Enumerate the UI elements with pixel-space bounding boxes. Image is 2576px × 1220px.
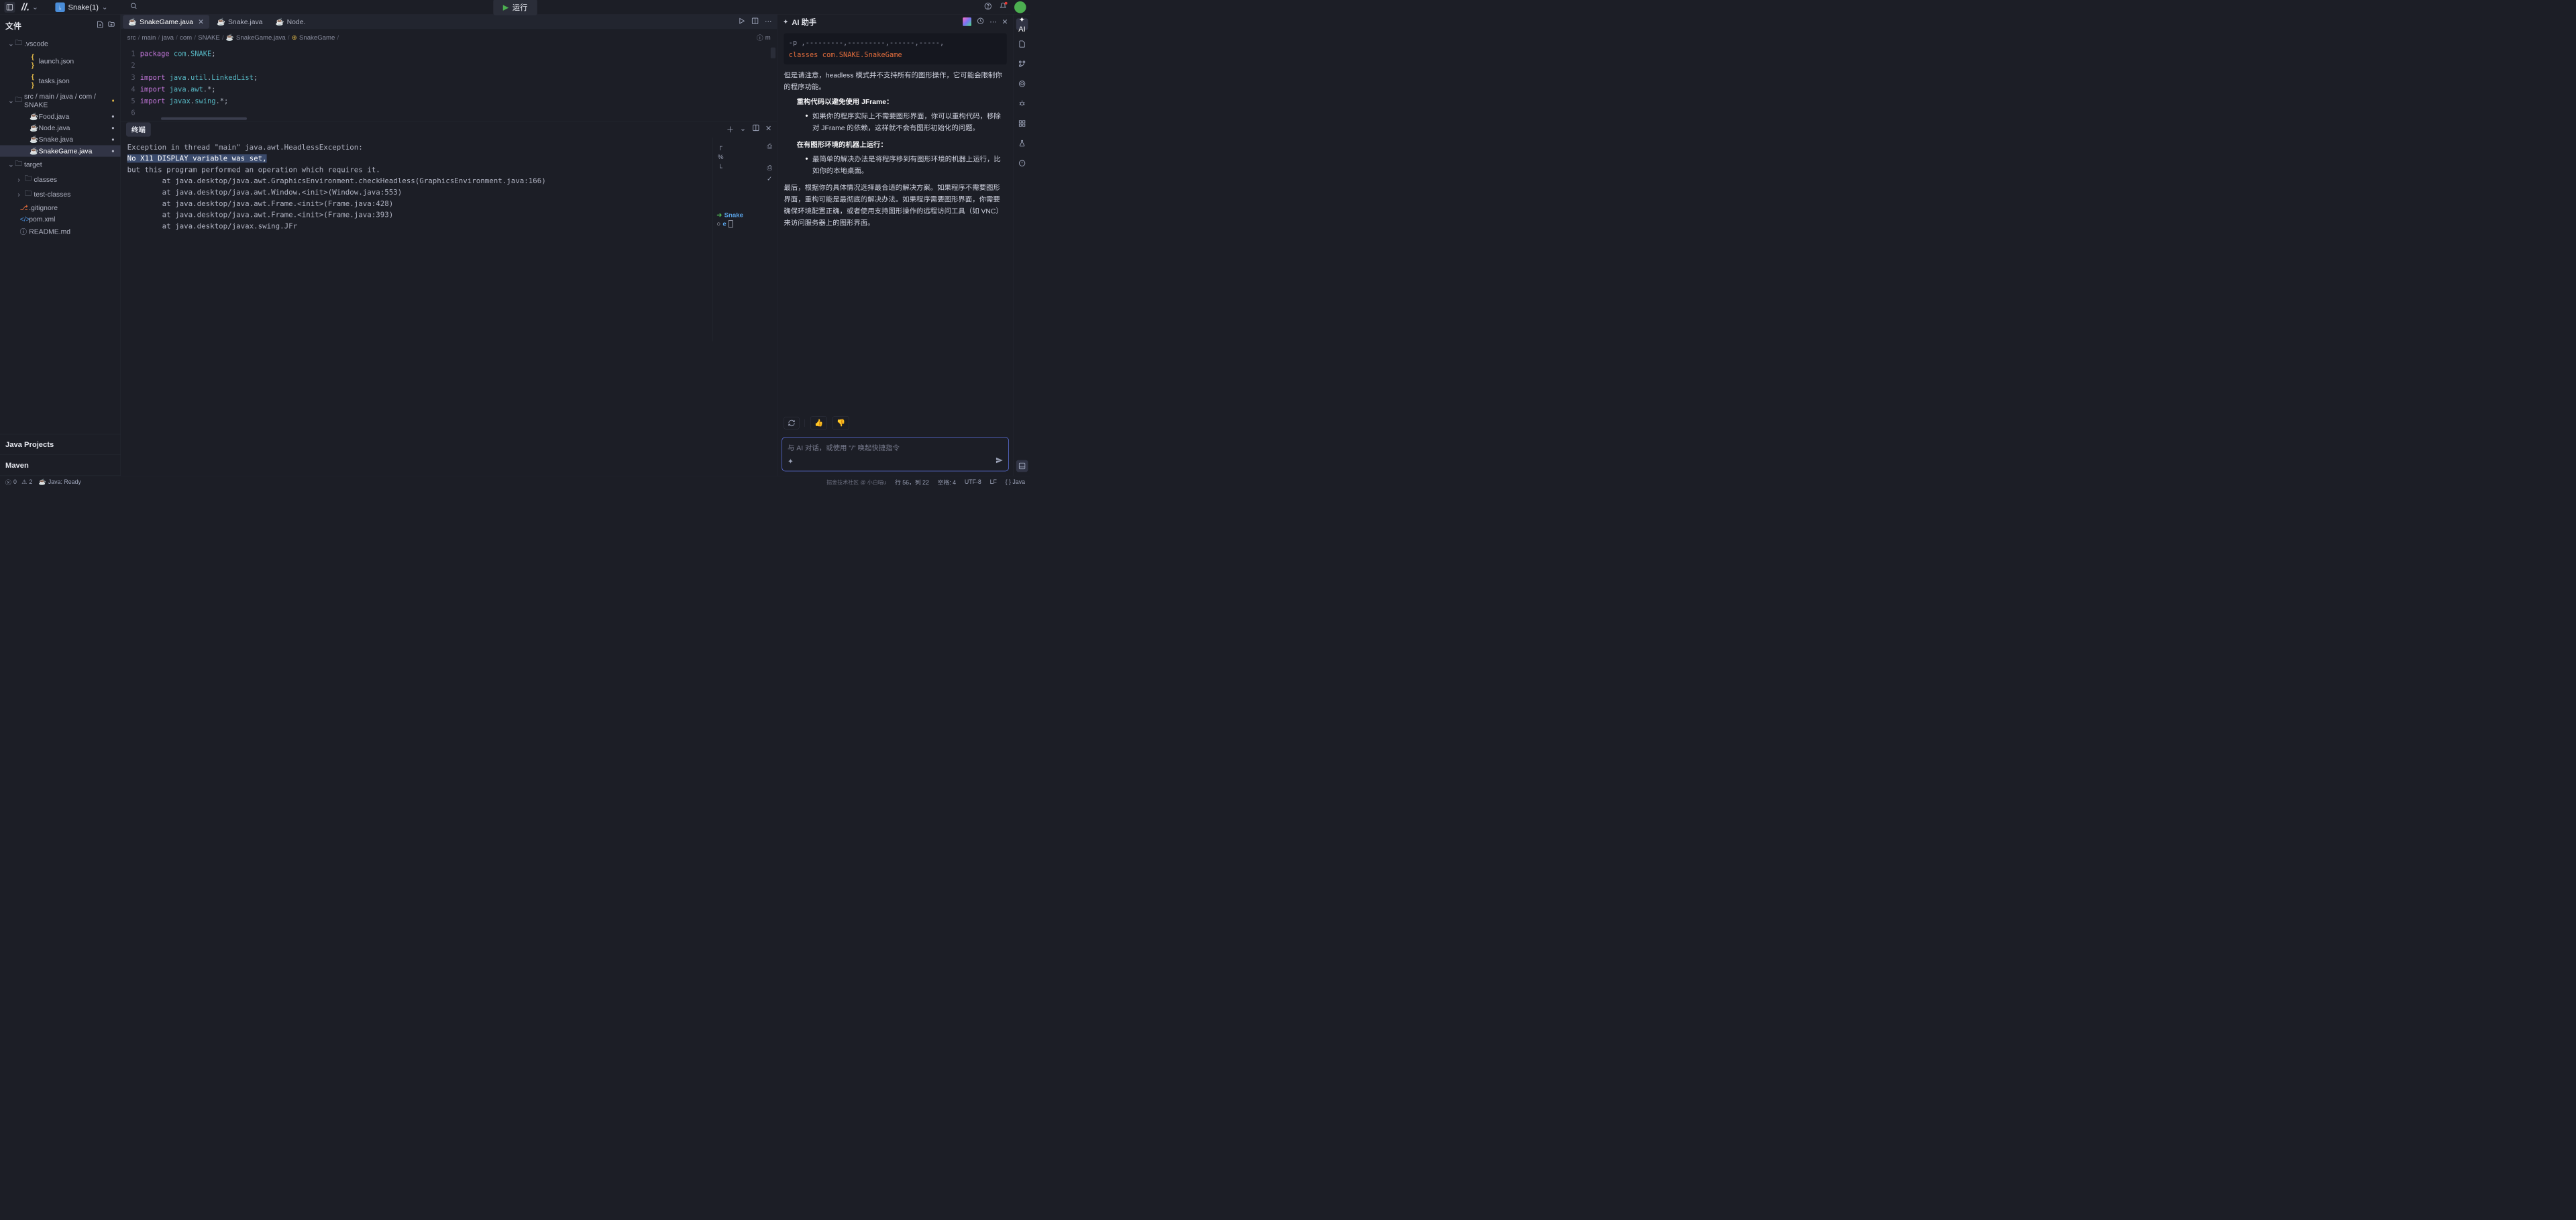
encoding-status[interactable]: UTF-8 — [965, 478, 981, 485]
title-bar: //. ⌄ Snake(1) ⌄ ▶ 运行 — [0, 0, 1030, 15]
right-rail: ✦AI — [1013, 15, 1030, 476]
folder-item[interactable]: ⌄🗀.vscode — [0, 36, 121, 51]
breadcrumbs[interactable]: src/ main/ java/ com/ SNAKE/ ☕ SnakeGame… — [121, 29, 777, 46]
new-file-icon[interactable] — [97, 21, 104, 30]
more-icon[interactable]: ⋯ — [765, 17, 771, 26]
run-button[interactable]: ▶ 运行 — [493, 0, 537, 15]
regenerate-icon[interactable] — [784, 417, 799, 429]
ai-spark-icon[interactable]: ✦ — [788, 457, 794, 465]
terminal-instance-2[interactable]: └⎙ — [716, 162, 773, 173]
editor-main: ☕ SnakeGame.java ✕ ☕ Snake.java ☕ Node. … — [121, 15, 777, 476]
info-icon[interactable]: ⓘ — [757, 33, 763, 42]
ai-feedback: 👍 👎 — [777, 413, 1014, 433]
new-folder-icon[interactable] — [107, 21, 115, 30]
tab-snakegame[interactable]: ☕ SnakeGame.java ✕ — [123, 15, 209, 28]
class-icon: ⊕ — [292, 34, 297, 42]
target-rail-icon[interactable] — [1016, 78, 1028, 90]
close-ai-icon[interactable]: ✕ — [1002, 17, 1008, 26]
grid-rail-icon[interactable] — [1016, 117, 1028, 130]
file-item[interactable]: ⓘREADME.md — [0, 225, 121, 238]
marscode-logo[interactable]: //. ⌄ — [21, 1, 38, 13]
project-name: Snake(1) — [68, 3, 99, 11]
ai-title: AI 助手 — [792, 16, 816, 27]
java-status[interactable]: ☕Java: Ready — [39, 478, 81, 485]
sidebar-title: 文件 — [5, 19, 21, 32]
folder-item[interactable]: ⌄🗀src / main / java / com / SNAKE — [0, 91, 121, 111]
branch-rail-icon[interactable] — [1016, 58, 1028, 70]
file-item[interactable]: ☕SnakeGame.java — [0, 145, 121, 156]
help-icon[interactable] — [984, 3, 991, 12]
flask-rail-icon[interactable] — [1016, 138, 1028, 150]
file-item[interactable]: ☕Node.java — [0, 122, 121, 134]
file-item[interactable]: { }tasks.json — [0, 71, 121, 91]
file-rail-icon[interactable] — [1016, 38, 1028, 50]
java-projects-section[interactable]: Java Projects — [0, 434, 121, 455]
problems-status[interactable]: ⓧ0 ⚠2 — [5, 478, 32, 487]
terminal-side: ┌⎙ % └⎙ ✓ ➜ Snake ○ e — [712, 138, 777, 342]
bug-rail-icon[interactable] — [1016, 98, 1028, 110]
java-badge-icon — [55, 2, 64, 11]
status-bar: ⓧ0 ⚠2 ☕Java: Ready 掘金技术社区 @ 小白喵u 行 56，列 … — [0, 476, 1030, 488]
file-item[interactable]: { }launch.json — [0, 51, 121, 71]
file-item[interactable]: ⎇.gitignore — [0, 202, 121, 213]
horizontal-scrollbar[interactable] — [161, 117, 247, 120]
file-tree: ⌄🗀.vscode{ }launch.json{ }tasks.json⌄🗀sr… — [0, 36, 121, 434]
tab-snake[interactable]: ☕ Snake.java — [211, 15, 268, 28]
java-file-icon: ☕ — [217, 17, 225, 26]
file-item[interactable]: ☕Food.java — [0, 111, 121, 122]
maven-section[interactable]: Maven — [0, 455, 121, 476]
java-file-icon: ☕ — [226, 34, 234, 42]
folder-item[interactable]: ›🗀test-classes — [0, 187, 121, 201]
power-rail-icon[interactable] — [1016, 157, 1028, 169]
editor-tabs: ☕ SnakeGame.java ✕ ☕ Snake.java ☕ Node. … — [121, 15, 777, 30]
folder-item[interactable]: ›🗀classes — [0, 172, 121, 187]
project-selector[interactable]: Snake(1) ⌄ — [55, 2, 107, 11]
split-editor-icon[interactable] — [751, 17, 759, 26]
theme-icon[interactable] — [963, 17, 971, 26]
user-avatar[interactable] — [1014, 1, 1026, 13]
java-file-icon: ☕ — [276, 17, 284, 26]
thumbs-up-icon[interactable]: 👍 — [810, 416, 827, 429]
notification-icon[interactable] — [1000, 3, 1007, 12]
minimap[interactable] — [771, 48, 775, 58]
cursor-position[interactable]: 行 56，列 22 — [895, 478, 929, 487]
line-gutter: 123456 — [121, 46, 140, 121]
more-icon[interactable]: ⋯ — [989, 17, 996, 26]
thumbs-down-icon[interactable]: 👎 — [833, 416, 849, 429]
terminal-output[interactable]: Exception in thread "main" java.awt.Head… — [121, 138, 712, 342]
file-sidebar: 文件 ⌄🗀.vscode{ }launch.json{ }tasks.json⌄… — [0, 15, 121, 476]
close-icon[interactable]: ✕ — [198, 17, 204, 26]
ai-panel: ✦ AI 助手 ⋯ ✕ -p ,---------,---------,----… — [777, 15, 1013, 476]
code-editor[interactable]: 123456 package com.SNAKE; import java.ut… — [121, 46, 777, 121]
run-file-icon[interactable] — [738, 17, 745, 26]
file-item[interactable]: </>pom.xml — [0, 213, 121, 225]
file-item[interactable]: ☕Snake.java — [0, 134, 121, 145]
history-icon[interactable] — [977, 17, 984, 26]
tab-node[interactable]: ☕ Node. — [270, 15, 311, 28]
code-area[interactable]: package com.SNAKE; import java.util.Link… — [140, 46, 777, 121]
ai-rail-icon[interactable]: ✦AI — [1016, 18, 1028, 30]
terminal-prompt[interactable]: ➜ Snake — [716, 211, 773, 219]
ai-input[interactable]: 与 AI 对话，或使用 "/" 唤起快捷指令 ✦ — [782, 437, 1009, 471]
ai-response: -p ,---------,---------,------,-----, cl… — [777, 29, 1014, 413]
ai-code-block: -p ,---------,---------,------,-----, cl… — [784, 34, 1006, 64]
indent-status[interactable]: 空格: 4 — [938, 478, 956, 487]
terminal-pic-icon: ⎙ — [767, 164, 773, 172]
folder-item[interactable]: ⌄🗀target — [0, 157, 121, 172]
language-status[interactable]: { } Java — [1006, 478, 1025, 485]
panel-rail-icon[interactable] — [1016, 460, 1028, 472]
watermark: 掘金技术社区 @ 小白喵u — [826, 478, 886, 486]
java-file-icon: ☕ — [128, 17, 137, 26]
sidebar-toggle-icon[interactable] — [4, 2, 15, 13]
ai-sparkle-icon: ✦ — [783, 17, 789, 26]
eol-status[interactable]: LF — [990, 478, 997, 485]
search-icon[interactable] — [130, 3, 138, 12]
check-icon: ✓ — [767, 175, 772, 183]
send-icon[interactable] — [996, 456, 1003, 466]
